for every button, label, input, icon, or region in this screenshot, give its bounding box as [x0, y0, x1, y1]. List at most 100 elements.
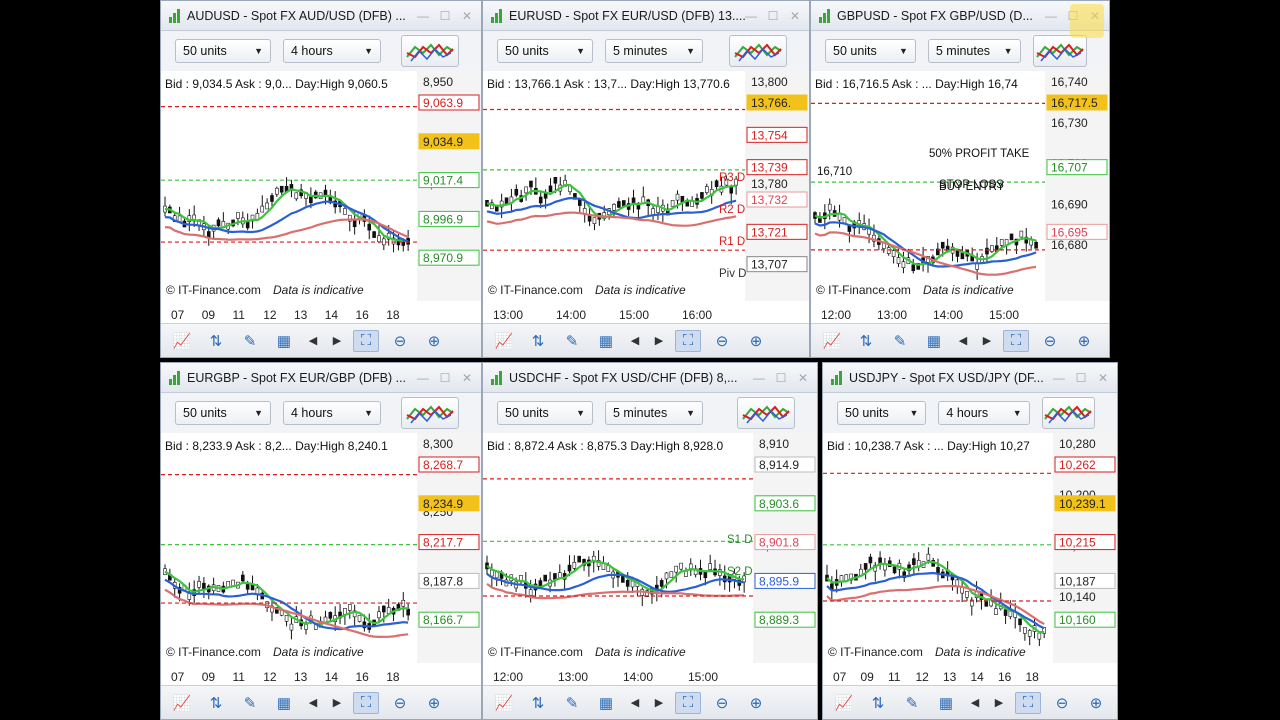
zoom-in-icon[interactable]: ⊕ — [1071, 330, 1097, 352]
price-chart[interactable]: Bid : 10,238.7 Ask : ... Day:High 10,27 1… — [823, 433, 1117, 687]
zoom-out-icon[interactable]: ⊖ — [709, 330, 735, 352]
zoom-fit-icon[interactable]: ⛶ — [353, 691, 379, 714]
compare-icon[interactable]: ⇅ — [525, 692, 551, 714]
window-titlebar[interactable]: GBPUSD - Spot FX GBP/USD (D... —☐✕ — [811, 1, 1109, 31]
maximize-icon[interactable]: ☐ — [1075, 371, 1087, 385]
zoom-in-icon[interactable]: ⊕ — [1083, 692, 1109, 714]
zoom-out-icon[interactable]: ⊖ — [387, 692, 413, 714]
maximize-icon[interactable]: ☐ — [439, 371, 451, 385]
close-icon[interactable]: ✕ — [461, 9, 473, 23]
draw-tools-icon[interactable]: ✎ — [559, 330, 585, 352]
maximize-icon[interactable]: ☐ — [775, 371, 787, 385]
zoom-fit-icon[interactable]: ⛶ — [353, 329, 379, 352]
draw-tools-icon[interactable]: ✎ — [559, 692, 585, 714]
minimize-icon[interactable]: — — [1045, 9, 1057, 23]
close-icon[interactable]: ✕ — [789, 9, 801, 23]
period-select[interactable]: 4 hours ▼ — [938, 401, 1030, 425]
scroll-left-icon[interactable]: ◀ — [627, 692, 643, 714]
indicators-button[interactable] — [401, 35, 459, 67]
chart-canvas[interactable]: Bid : 9,034.5 Ask : 9,0... Day:High 9,06… — [161, 71, 482, 325]
price-chart[interactable]: Bid : 8,872.4 Ask : 8,875.3 Day:High 8,9… — [483, 433, 817, 687]
open-chart-icon[interactable]: 📈 — [831, 692, 857, 714]
minimize-icon[interactable]: — — [417, 371, 429, 385]
chart-canvas[interactable]: Bid : 8,872.4 Ask : 8,875.3 Day:High 8,9… — [483, 433, 818, 687]
maximize-icon[interactable]: ☐ — [767, 9, 779, 23]
open-chart-icon[interactable]: 📈 — [491, 692, 517, 714]
window-titlebar[interactable]: USDCHF - Spot FX USD/CHF (DFB) 8,... — ☐ ✕ — [483, 363, 817, 393]
chart-type-icon[interactable]: ▦ — [593, 330, 619, 352]
zoom-out-icon[interactable]: ⊖ — [709, 692, 735, 714]
indicators-button[interactable] — [401, 397, 459, 429]
draw-tools-icon[interactable]: ✎ — [887, 330, 913, 352]
close-icon[interactable]: ✕ — [461, 371, 473, 385]
units-select[interactable]: 50 units ▼ — [175, 401, 271, 425]
zoom-out-icon[interactable]: ⊖ — [387, 330, 413, 352]
chart-canvas[interactable]: Bid : 16,716.5 Ask : ... Day:High 16,74 1… — [811, 71, 1110, 325]
price-chart[interactable]: Bid : 13,766.1 Ask : 13,7... Day:High 13… — [483, 71, 809, 325]
chart-canvas[interactable]: Bid : 13,766.1 Ask : 13,7... Day:High 13… — [483, 71, 810, 325]
chart-canvas[interactable]: Bid : 8,233.9 Ask : 8,2... Day:High 8,24… — [161, 433, 482, 687]
compare-icon[interactable]: ⇅ — [203, 330, 229, 352]
indicators-button[interactable] — [1041, 397, 1095, 429]
zoom-out-icon[interactable]: ⊖ — [1037, 330, 1063, 352]
compare-icon[interactable]: ⇅ — [853, 330, 879, 352]
open-chart-icon[interactable]: 📈 — [169, 330, 195, 352]
price-chart[interactable]: Bid : 16,716.5 Ask : ... Day:High 16,74 1… — [811, 71, 1109, 325]
period-select[interactable]: 5 minutes ▼ — [927, 39, 1021, 63]
zoom-in-icon[interactable]: ⊕ — [743, 330, 769, 352]
scroll-left-icon[interactable]: ◀ — [305, 330, 321, 352]
open-chart-icon[interactable]: 📈 — [819, 330, 845, 352]
window-titlebar[interactable]: EURUSD - Spot FX EUR/USD (DFB) 13.... — ☐… — [483, 1, 809, 31]
compare-icon[interactable]: ⇅ — [525, 330, 551, 352]
zoom-fit-icon[interactable]: ⛶ — [1003, 329, 1029, 352]
compare-icon[interactable]: ⇅ — [865, 692, 891, 714]
units-select[interactable]: 50 units ▼ — [825, 39, 916, 63]
minimize-icon[interactable]: — — [417, 9, 429, 23]
window-titlebar[interactable]: AUDUSD - Spot FX AUD/USD (DFB) ... — ☐ ✕ — [161, 1, 481, 31]
units-select[interactable]: 50 units ▼ — [837, 401, 927, 425]
chart-type-icon[interactable]: ▦ — [921, 330, 947, 352]
open-chart-icon[interactable]: 📈 — [169, 692, 195, 714]
scroll-left-icon[interactable]: ◀ — [955, 330, 971, 352]
period-select[interactable]: 4 hours ▼ — [283, 401, 381, 425]
minimize-icon[interactable]: — — [1053, 371, 1065, 385]
scroll-right-icon[interactable]: ▶ — [979, 330, 995, 352]
period-select[interactable]: 5 minutes ▼ — [605, 39, 703, 63]
zoom-in-icon[interactable]: ⊕ — [743, 692, 769, 714]
scroll-left-icon[interactable]: ◀ — [967, 692, 983, 714]
scroll-left-icon[interactable]: ◀ — [305, 692, 321, 714]
units-select[interactable]: 50 units ▼ — [497, 401, 593, 425]
indicators-button[interactable] — [737, 397, 795, 429]
draw-tools-icon[interactable]: ✎ — [237, 330, 263, 352]
indicators-button[interactable] — [729, 35, 787, 67]
zoom-fit-icon[interactable]: ⛶ — [675, 329, 701, 352]
scroll-right-icon[interactable]: ▶ — [651, 330, 667, 352]
period-select[interactable]: 5 minutes ▼ — [605, 401, 703, 425]
minimize-icon[interactable]: — — [753, 371, 765, 385]
units-select[interactable]: 50 units ▼ — [497, 39, 593, 63]
draw-tools-icon[interactable]: ✎ — [899, 692, 925, 714]
zoom-in-icon[interactable]: ⊕ — [421, 330, 447, 352]
maximize-icon[interactable]: ☐ — [439, 9, 451, 23]
zoom-fit-icon[interactable]: ⛶ — [1015, 691, 1041, 714]
scroll-left-icon[interactable]: ◀ — [627, 330, 643, 352]
scroll-right-icon[interactable]: ▶ — [991, 692, 1007, 714]
price-chart[interactable]: Bid : 8,233.9 Ask : 8,2... Day:High 8,24… — [161, 433, 481, 687]
scroll-right-icon[interactable]: ▶ — [329, 692, 345, 714]
period-select[interactable]: 4 hours ▼ — [283, 39, 381, 63]
zoom-fit-icon[interactable]: ⛶ — [675, 691, 701, 714]
chart-canvas[interactable]: Bid : 10,238.7 Ask : ... Day:High 10,27 1… — [823, 433, 1118, 687]
minimize-icon[interactable]: — — [745, 9, 757, 23]
window-titlebar[interactable]: EURGBP - Spot FX EUR/GBP (DFB) ... — ☐ ✕ — [161, 363, 481, 393]
price-chart[interactable]: Bid : 9,034.5 Ask : 9,0... Day:High 9,06… — [161, 71, 481, 325]
chart-type-icon[interactable]: ▦ — [933, 692, 959, 714]
scroll-right-icon[interactable]: ▶ — [329, 330, 345, 352]
window-titlebar[interactable]: USDJPY - Spot FX USD/JPY (DF... — ☐ ✕ — [823, 363, 1117, 393]
close-icon[interactable]: ✕ — [1097, 371, 1109, 385]
units-select[interactable]: 50 units ▼ — [175, 39, 271, 63]
close-icon[interactable]: ✕ — [797, 371, 809, 385]
chart-type-icon[interactable]: ▦ — [271, 692, 297, 714]
scroll-right-icon[interactable]: ▶ — [651, 692, 667, 714]
draw-tools-icon[interactable]: ✎ — [237, 692, 263, 714]
compare-icon[interactable]: ⇅ — [203, 692, 229, 714]
